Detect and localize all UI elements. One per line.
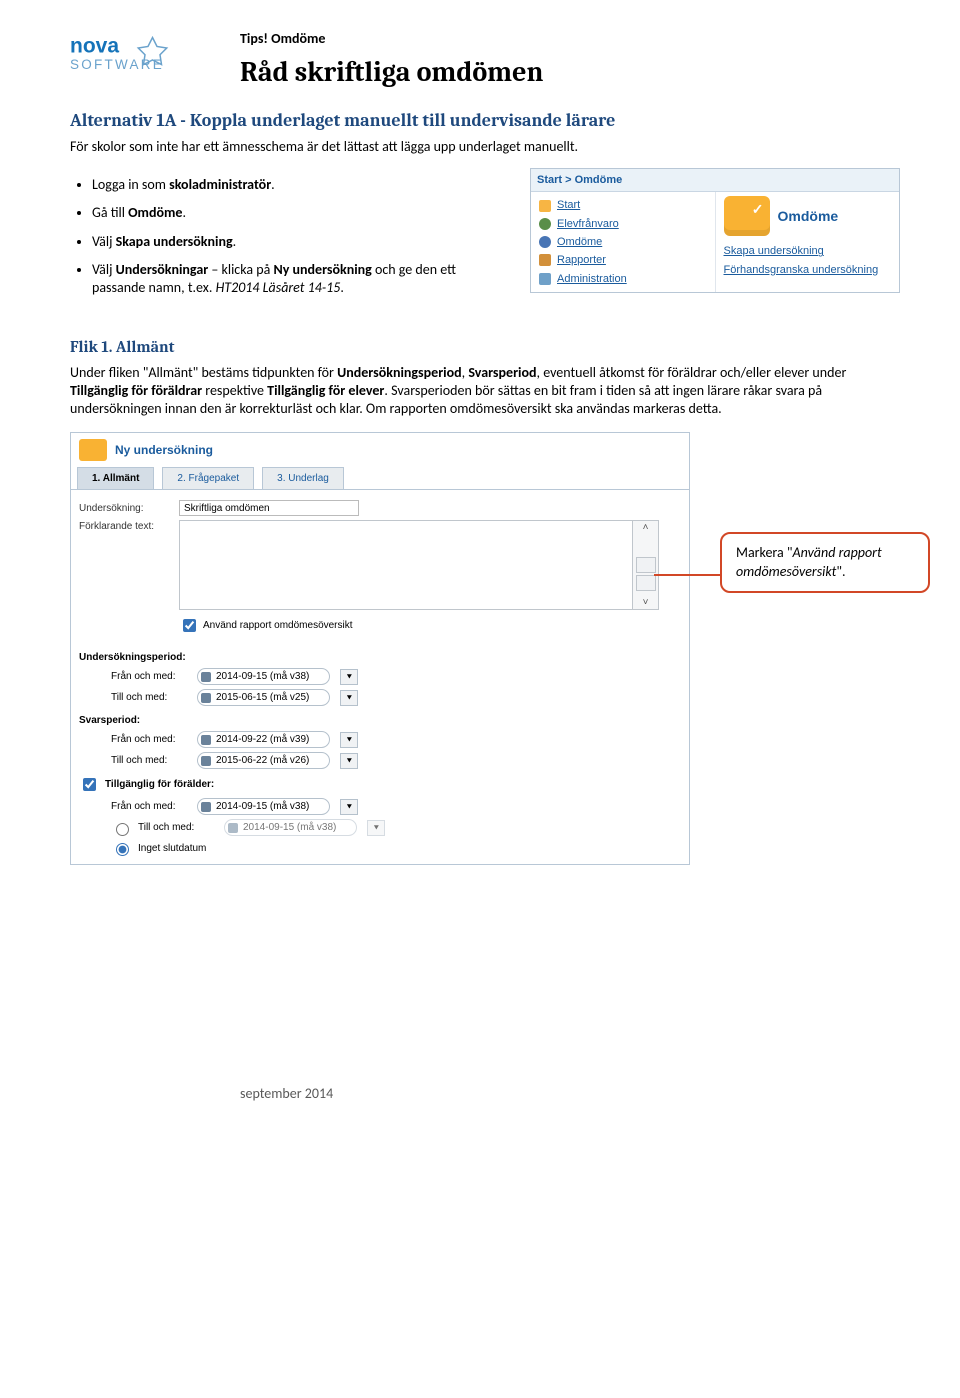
radio-inget-slutdatum[interactable]: [116, 843, 129, 856]
tips-label: Tips! Omdöme: [240, 30, 900, 48]
chart-icon: [539, 254, 551, 266]
link-forhandsgranska[interactable]: Förhandsgranska undersökning: [724, 261, 892, 279]
svg-text:nova: nova: [70, 35, 119, 58]
label-forklarande: Förklarande text:: [79, 520, 179, 533]
date-input-up-to[interactable]: 2015-06-15 (må v25): [197, 689, 330, 706]
person-icon: [539, 218, 551, 230]
flik1-text: Under fliken "Allmänt" bestäms tidpunkte…: [70, 364, 900, 419]
label-to: Till och med:: [138, 821, 218, 834]
heading-svarsperiod: Svarsperiod:: [71, 708, 689, 729]
intro-text: För skolor som inte har ett ämnesschema …: [70, 138, 900, 156]
section-heading-alt1a: Alternativ 1A - Koppla underlaget manuel…: [70, 109, 900, 132]
instruction-list: Logga in som skoladministratör. Gå till …: [70, 176, 510, 297]
date-dropdown-icon[interactable]: ⯆: [340, 799, 358, 815]
label-to: Till och med:: [111, 754, 191, 767]
input-undersokning[interactable]: [179, 500, 359, 516]
label-inget-slutdatum: Inget slutdatum: [138, 842, 206, 855]
scroll-down-icon[interactable]: ˅: [633, 596, 658, 609]
menu-item-administration[interactable]: Administration: [539, 270, 707, 288]
date-dropdown-icon[interactable]: ⯆: [340, 753, 358, 769]
list-item: Gå till Omdöme.: [92, 204, 510, 222]
omdome-heading: Omdöme: [778, 207, 839, 225]
breadcrumb: Start > Omdöme: [531, 169, 899, 192]
scroll-up-icon[interactable]: ˄: [633, 521, 658, 534]
nova-logo: nova SOFTWARE: [70, 30, 240, 88]
grid-icon: [539, 273, 551, 285]
tab-underlag[interactable]: 3. Underlag: [262, 467, 344, 489]
link-skapa-undersokning[interactable]: Skapa undersökning: [724, 242, 892, 260]
page-header: nova SOFTWARE Tips! Omdöme Råd skriftlig…: [70, 30, 900, 91]
svg-text:SOFTWARE: SOFTWARE: [70, 57, 164, 72]
footer-date: september 2014: [70, 1085, 900, 1103]
form-title: Ny undersökning: [115, 443, 213, 459]
list-item: Välj Skapa undersökning.: [92, 233, 510, 251]
date-input-up-from[interactable]: 2014-09-15 (må v38): [197, 668, 330, 685]
radio-tf-to[interactable]: [116, 823, 129, 836]
menu-screenshot: Start > Omdöme Start Elevfrånvaro Omdöme…: [530, 168, 900, 293]
textarea-forklarande[interactable]: ˄ ˅: [179, 520, 659, 610]
label-from: Från och med:: [111, 670, 191, 683]
folder-icon: [79, 439, 107, 461]
heading-undersokningsperiod: Undersökningsperiod:: [71, 645, 689, 666]
menu-item-elevfranvaro[interactable]: Elevfrånvaro: [539, 215, 707, 233]
checkbox-anvand-rapport[interactable]: [183, 619, 196, 632]
tab-allmant[interactable]: 1. Allmänt: [77, 467, 154, 489]
home-icon: [539, 200, 551, 212]
date-dropdown-icon[interactable]: ⯆: [340, 732, 358, 748]
date-input-sp-to[interactable]: 2015-06-22 (må v26): [197, 752, 330, 769]
list-item: Välj Undersökningar – klicka på Ny under…: [92, 261, 510, 297]
checkbox-tillganglig-foralder[interactable]: [83, 778, 96, 791]
date-dropdown-icon[interactable]: ⯆: [340, 669, 358, 685]
date-input-tf-from[interactable]: 2014-09-15 (må v38): [197, 798, 330, 815]
menu-item-rapporter[interactable]: Rapporter: [539, 251, 707, 269]
label-anvand-rapport: Använd rapport omdömesöversikt: [203, 619, 353, 632]
label-from: Från och med:: [111, 800, 191, 813]
heading-tillganglig-foralder: Tillgänglig för förälder:: [105, 778, 214, 791]
toolbar-icon[interactable]: [636, 575, 656, 591]
menu-item-start[interactable]: Start: [539, 196, 707, 214]
label-undersokning: Undersökning:: [79, 502, 179, 515]
flik1-heading: Flik 1. Allmänt: [70, 337, 900, 358]
label-to: Till och med:: [111, 691, 191, 704]
date-input-tf-to[interactable]: 2014-09-15 (må v38): [224, 819, 357, 836]
date-input-sp-from[interactable]: 2014-09-22 (må v39): [197, 731, 330, 748]
tab-fragepaket[interactable]: 2. Frågepaket: [162, 467, 254, 489]
toolbar-icon[interactable]: [636, 557, 656, 573]
form-screenshot: Ny undersökning 1. Allmänt 2. Frågepaket…: [70, 432, 690, 865]
omdome-folder-icon: [724, 196, 770, 236]
menu-item-omdome[interactable]: Omdöme: [539, 233, 707, 251]
label-from: Från och med:: [111, 733, 191, 746]
speech-icon: [539, 236, 551, 248]
list-item: Logga in som skoladministratör.: [92, 176, 510, 194]
page-title: Råd skriftliga omdömen: [240, 54, 900, 90]
date-dropdown-icon[interactable]: ⯆: [367, 820, 385, 836]
callout-box: Markera "Använd rapport omdömesöversikt"…: [720, 532, 930, 592]
date-dropdown-icon[interactable]: ⯆: [340, 690, 358, 706]
